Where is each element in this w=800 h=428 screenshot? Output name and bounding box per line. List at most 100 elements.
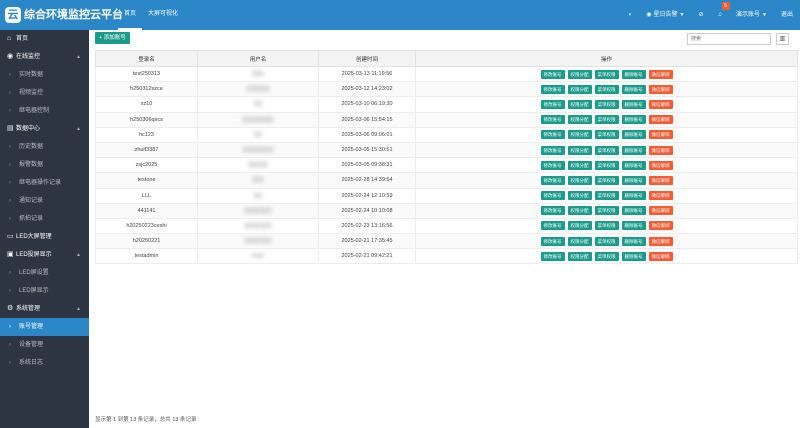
sidebar-item-4[interactable]: › 继电器控制 (0, 102, 89, 120)
menu-permission-button[interactable]: 菜单权限 (594, 99, 619, 109)
assign-permission-button[interactable]: 权限分配 (567, 145, 592, 155)
wechat-unbind-button[interactable]: 微信解绑 (648, 221, 673, 231)
menu-permission-button[interactable]: 菜单权限 (594, 115, 619, 125)
header-created-time[interactable]: 创建时间 (318, 50, 416, 67)
user-dropdown[interactable]: 演示账号 ▼ (729, 0, 774, 30)
header-user-name[interactable]: 用户名 (197, 50, 319, 67)
edit-account-button[interactable]: 修改账号 (540, 145, 565, 155)
edit-account-button[interactable]: 修改账号 (540, 221, 565, 231)
edit-account-button[interactable]: 修改账号 (540, 191, 565, 201)
menu-permission-button[interactable]: 菜单权限 (594, 84, 619, 94)
edit-account-button[interactable]: 修改账号 (540, 206, 565, 216)
delete-account-button[interactable]: 删除账号 (621, 191, 646, 201)
columns-toggle-icon[interactable]: ▥ (776, 33, 789, 45)
delete-account-button[interactable]: 删除账号 (621, 175, 646, 185)
menu-permission-button[interactable]: 菜单权限 (594, 251, 619, 261)
add-account-button[interactable]: + 添加账号 (95, 32, 130, 44)
wechat-unbind-button[interactable]: 微信解绑 (648, 175, 673, 185)
menu-permission-button[interactable]: 菜单权限 (594, 175, 619, 185)
sidebar-group-0[interactable]: ⌂ 首页 (0, 30, 89, 48)
menu-permission-button[interactable]: 菜单权限 (594, 236, 619, 246)
delete-account-button[interactable]: 删除账号 (621, 160, 646, 170)
sidebar-group-5[interactable]: ▤ 数据中心 ▲ (0, 120, 89, 138)
sidebar-item-18[interactable]: › 系统日志 (0, 354, 89, 372)
wechat-unbind-button[interactable]: 微信解绑 (648, 236, 673, 246)
assign-permission-button[interactable]: 权限分配 (567, 115, 592, 125)
wechat-unbind-button[interactable]: 微信解绑 (648, 69, 673, 79)
menu-permission-button[interactable]: 菜单权限 (594, 145, 619, 155)
delete-account-button[interactable]: 删除账号 (621, 69, 646, 79)
sidebar-item-9[interactable]: › 通知记录 (0, 192, 89, 210)
wechat-unbind-button[interactable]: 微信解绑 (648, 145, 673, 155)
delete-account-button[interactable]: 删除账号 (621, 115, 646, 125)
assign-permission-button[interactable]: 权限分配 (567, 84, 592, 94)
edit-account-button[interactable]: 修改账号 (540, 99, 565, 109)
top-bar: 云 综合环境监控云平台 首页 大屏可视化 ◐ ◉ 星日告警 ▼ ⊘ ♫ 5 演示… (0, 0, 800, 30)
delete-account-button[interactable]: 删除账号 (621, 251, 646, 261)
sidebar-group-15[interactable]: ⚙ 系统管理 ▲ (0, 300, 89, 318)
wechat-unbind-button[interactable]: 微信解绑 (648, 84, 673, 94)
topnav-big-screen[interactable]: 大屏可视化 (142, 0, 184, 30)
sidebar-group-12[interactable]: ▣ LED投屏显示 ▲ (0, 246, 89, 264)
delete-account-button[interactable]: 删除账号 (621, 84, 646, 94)
edit-account-button[interactable]: 修改账号 (540, 130, 565, 140)
wechat-unbind-button[interactable]: 微信解绑 (648, 206, 673, 216)
sidebar-item-3[interactable]: › 视频监控 (0, 84, 89, 102)
delete-account-button[interactable]: 删除账号 (621, 99, 646, 109)
assign-permission-button[interactable]: 权限分配 (567, 160, 592, 170)
sidebar-item-17[interactable]: › 设备管理 (0, 336, 89, 354)
header-login-name[interactable]: 登录名 (95, 50, 198, 67)
sidebar-item-6[interactable]: › 历史数据 (0, 138, 89, 156)
notification-button[interactable]: ♫ 5 (711, 0, 730, 30)
alarm-off-button[interactable]: ⊘ (691, 0, 710, 30)
edit-account-button[interactable]: 修改账号 (540, 84, 565, 94)
edit-account-button[interactable]: 修改账号 (540, 115, 565, 125)
table-row: zhuif3387 ▒▒▒▒▒▒▒▒ 2025-03-05 15:30:51 修改账号… (95, 141, 798, 159)
assign-permission-button[interactable]: 权限分配 (567, 130, 592, 140)
assign-permission-button[interactable]: 权限分配 (567, 206, 592, 216)
wechat-unbind-button[interactable]: 微信解绑 (648, 115, 673, 125)
edit-account-button[interactable]: 修改账号 (540, 160, 565, 170)
sidebar-item-14[interactable]: › LED屏显示 (0, 282, 89, 300)
wechat-unbind-button[interactable]: 微信解绑 (648, 251, 673, 261)
logout-button[interactable]: 退出 (774, 0, 800, 30)
menu-permission-button[interactable]: 菜单权限 (594, 160, 619, 170)
menu-permission-button[interactable]: 菜单权限 (594, 206, 619, 216)
assign-permission-button[interactable]: 权限分配 (567, 191, 592, 201)
menu-permission-button[interactable]: 菜单权限 (594, 191, 619, 201)
assign-permission-button[interactable]: 权限分配 (567, 236, 592, 246)
sidebar-item-13[interactable]: › LED屏设置 (0, 264, 89, 282)
assign-permission-button[interactable]: 权限分配 (567, 99, 592, 109)
schedule-dropdown[interactable]: ◉ 星日告警 ▼ (639, 0, 691, 30)
sidebar-item-8[interactable]: › 继电器操作记录 (0, 174, 89, 192)
wechat-unbind-button[interactable]: 微信解绑 (648, 99, 673, 109)
sidebar-item-16[interactable]: › 账号管理 (0, 318, 89, 336)
assign-permission-button[interactable]: 权限分配 (567, 251, 592, 261)
assign-permission-button[interactable]: 权限分配 (567, 175, 592, 185)
search-input[interactable] (687, 33, 771, 45)
delete-account-button[interactable]: 删除账号 (621, 130, 646, 140)
delete-account-button[interactable]: 删除账号 (621, 145, 646, 155)
sidebar-group-11[interactable]: ▭ LED大屏管理 (0, 228, 89, 246)
sidebar-item-10[interactable]: › 抓拍记录 (0, 210, 89, 228)
menu-permission-button[interactable]: 菜单权限 (594, 69, 619, 79)
assign-permission-button[interactable]: 权限分配 (567, 221, 592, 231)
topnav-home[interactable]: 首页 (118, 0, 143, 30)
edit-account-button[interactable]: 修改账号 (540, 236, 565, 246)
wechat-unbind-button[interactable]: 微信解绑 (648, 130, 673, 140)
sidebar-item-7[interactable]: › 报警数据 (0, 156, 89, 174)
delete-account-button[interactable]: 删除账号 (621, 221, 646, 231)
edit-account-button[interactable]: 修改账号 (540, 69, 565, 79)
theme-button[interactable]: ◐ (622, 0, 640, 30)
delete-account-button[interactable]: 删除账号 (621, 236, 646, 246)
wechat-unbind-button[interactable]: 微信解绑 (648, 160, 673, 170)
assign-permission-button[interactable]: 权限分配 (567, 69, 592, 79)
wechat-unbind-button[interactable]: 微信解绑 (648, 191, 673, 201)
menu-permission-button[interactable]: 菜单权限 (594, 130, 619, 140)
delete-account-button[interactable]: 删除账号 (621, 206, 646, 216)
edit-account-button[interactable]: 修改账号 (540, 175, 565, 185)
sidebar-group-1[interactable]: ◉ 在线监控 ▲ (0, 48, 89, 66)
sidebar-item-2[interactable]: › 实时数据 (0, 66, 89, 84)
edit-account-button[interactable]: 修改账号 (540, 251, 565, 261)
menu-permission-button[interactable]: 菜单权限 (594, 221, 619, 231)
